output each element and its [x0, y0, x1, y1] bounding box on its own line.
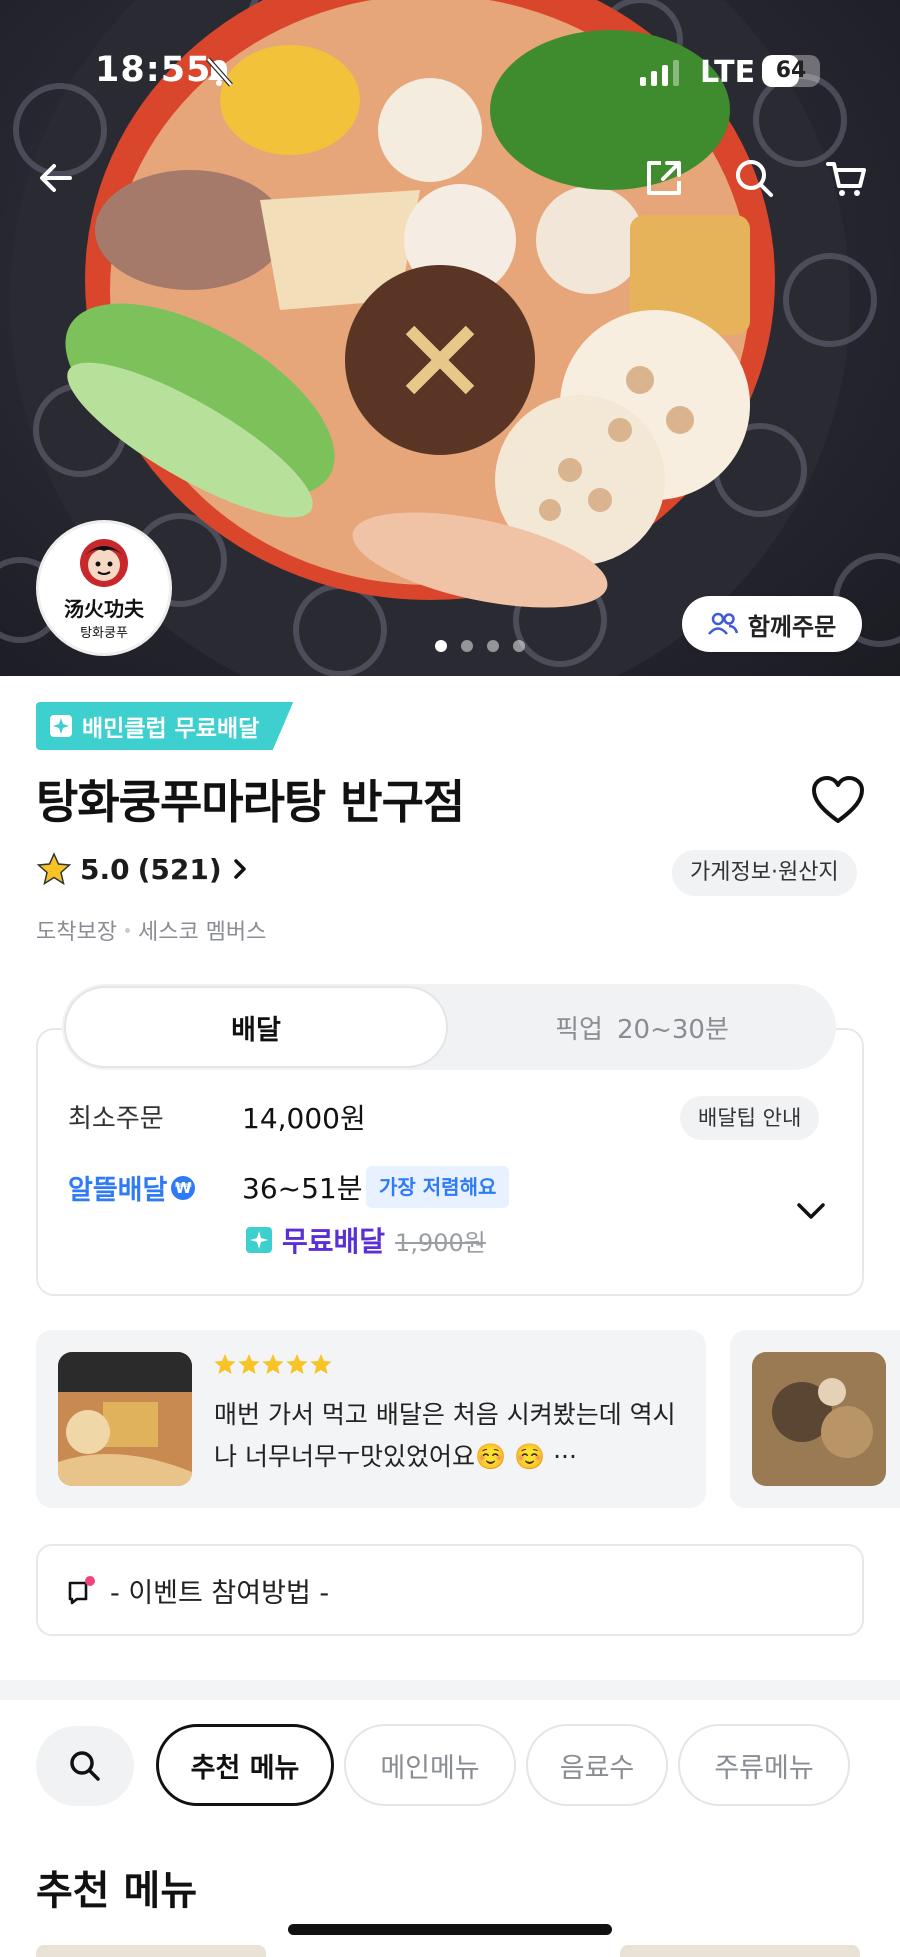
tab-main-menu[interactable]: 메인메뉴: [344, 1724, 516, 1806]
altteul-delivery-label: 알뜰배달 ₩: [68, 1168, 196, 1207]
page-dot: [487, 640, 499, 652]
page-dot: [461, 640, 473, 652]
store-info-origin-button[interactable]: 가게정보·원산지: [672, 850, 857, 896]
store-logo-korean: 탕화쿵푸: [80, 626, 128, 641]
chevron-down-icon[interactable]: [794, 1198, 828, 1224]
chevron-right-icon: [233, 859, 246, 879]
review-food-photo-next: [752, 1352, 886, 1486]
altteul-label-text: 알뜰배달: [68, 1175, 168, 1206]
tab-pickup[interactable]: 픽업 20~30분: [448, 984, 836, 1070]
baemin-club-badge: 배민클럽 무료배달: [36, 702, 294, 750]
search-icon: [70, 1751, 100, 1781]
min-order-value: 14,000원: [242, 1102, 366, 1135]
original-delivery-fee: 1,900원: [395, 1228, 486, 1257]
pickup-label: 픽업: [555, 1014, 603, 1045]
review-stars: [214, 1353, 332, 1377]
min-order-label: 최소주문: [68, 1104, 164, 1134]
review-text: 매번 가서 먹고 배달은 처음 시켜봤는데 역시나 너무너무ㅜ맛있었어요☺️ ☺…: [214, 1400, 676, 1471]
tab-recommended-menu[interactable]: 추천 메뉴: [156, 1724, 334, 1806]
page-dot-active: [435, 640, 447, 652]
store-logo-chinese: 汤火功夫: [64, 597, 144, 621]
free-delivery-label: 무료배달: [282, 1225, 386, 1258]
review-photo-next: [752, 1352, 886, 1486]
page-dot: [513, 640, 525, 652]
club-star-icon: [50, 715, 72, 737]
store-tags: 도착보장 세스코 멤버스: [36, 914, 266, 946]
megaphone-icon: [68, 1576, 95, 1605]
status-time: 18:55: [95, 50, 212, 90]
delivery-tip-info-button[interactable]: 배달팁 안내: [680, 1096, 820, 1140]
back-arrow-icon: [40, 164, 72, 192]
menu-item-peek: [36, 1945, 266, 1957]
free-delivery-line: 무료배달 1,900원: [246, 1220, 486, 1260]
cart-button[interactable]: [818, 150, 874, 206]
together-order-button[interactable]: 함께주문: [682, 596, 862, 652]
network-type: LTE: [700, 55, 756, 90]
delivery-eta: 36~51분: [242, 1172, 363, 1205]
favorite-heart-icon[interactable]: [810, 774, 866, 826]
club-star-icon: [246, 1227, 272, 1253]
cart-icon: [826, 162, 866, 196]
section-title-recommended: 추천 메뉴: [36, 1868, 198, 1914]
pickup-time: 20~30분: [616, 1014, 729, 1045]
store-logo: 汤火功夫 탕화쿵푸: [36, 520, 172, 656]
rating-star-icon: [36, 852, 72, 886]
won-coin-icon: ₩: [171, 1175, 196, 1200]
back-button[interactable]: [28, 150, 84, 206]
event-notice-banner[interactable]: - 이벤트 참여방법 -: [36, 1544, 864, 1636]
order-mode-toggle: 배달 픽업 20~30분: [62, 984, 836, 1070]
people-icon: [707, 612, 738, 635]
home-indicator[interactable]: [288, 1924, 612, 1935]
store-name: 탕화쿵푸마라탕 반구점: [36, 775, 465, 829]
share-icon: [647, 161, 681, 195]
review-photo: [58, 1352, 192, 1486]
share-button[interactable]: [636, 150, 692, 206]
bell-off-icon: [206, 57, 233, 87]
five-stars-icon: [214, 1354, 332, 1374]
search-button[interactable]: [726, 150, 782, 206]
status-bar: 18:55 LTE 64: [0, 0, 900, 140]
tab-drinks[interactable]: 음료수: [526, 1724, 668, 1806]
tab-liquor-menu[interactable]: 주류메뉴: [678, 1724, 850, 1806]
event-notice-label: - 이벤트 참여방법 -: [110, 1577, 330, 1609]
battery-icon: 64: [762, 55, 820, 87]
menu-search-button[interactable]: [36, 1726, 134, 1806]
tag-arrival-guarantee: 도착보장: [36, 920, 117, 945]
store-logo-mascot: [80, 539, 128, 587]
section-divider: [0, 1680, 900, 1700]
review-food-photo: [58, 1352, 192, 1486]
menu-item-peek: [620, 1945, 860, 1957]
review-count: (521): [137, 852, 222, 886]
club-badge-label: 배민클럽 무료배달: [82, 716, 260, 742]
tab-delivery[interactable]: 배달: [64, 986, 448, 1068]
store-hero-image[interactable]: 18:55 LTE 64 汤火功夫 탕화쿵푸 함께주문: [0, 0, 900, 676]
rating-value: 5.0: [80, 852, 130, 886]
signal-strength-icon: [640, 60, 679, 86]
tag-separator: [124, 927, 130, 933]
battery-level: 64: [775, 58, 807, 83]
together-order-label: 함께주문: [747, 612, 837, 641]
tag-cesco-members: 세스코 멤버스: [137, 920, 267, 945]
cheapest-badge: 가장 저렴해요: [366, 1166, 510, 1208]
search-icon: [736, 160, 773, 197]
store-rating[interactable]: 5.0 (521): [36, 852, 250, 886]
